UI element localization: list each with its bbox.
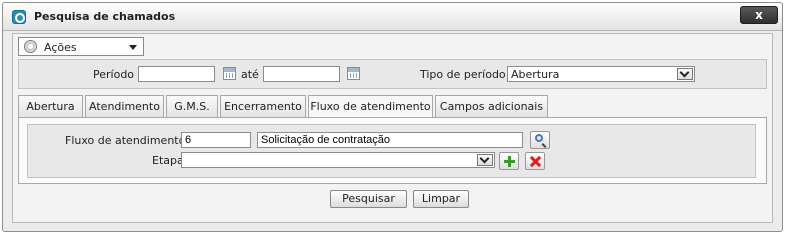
app-logo-icon [12, 10, 26, 24]
period-label: Período : [93, 68, 142, 81]
etapa-select[interactable] [181, 152, 495, 168]
actions-label: Ações [44, 41, 77, 54]
period-type-value: Abertura [511, 68, 560, 81]
search-dialog: Pesquisa de chamados x Ações Período : a… [2, 2, 783, 232]
period-end-input[interactable] [263, 66, 340, 82]
fluxo-description-input[interactable] [257, 132, 523, 148]
magnifier-icon [535, 134, 543, 142]
tab-atendimento[interactable]: Atendimento [85, 95, 164, 117]
tab-fluxo-atendimento[interactable]: Fluxo de atendimento [308, 95, 433, 119]
actions-dropdown[interactable]: Ações [18, 37, 144, 56]
fluxo-search-button[interactable] [530, 131, 550, 149]
period-filter-panel: Período : até Tipo de período : Abertura [18, 59, 767, 89]
chevron-down-icon [677, 68, 693, 80]
tab-content: Fluxo de atendimento : Etapa : [18, 117, 767, 184]
add-green-icon [504, 156, 515, 167]
fluxo-code-input[interactable] [181, 132, 251, 148]
etapa-add-button[interactable] [499, 152, 519, 170]
tab-abertura[interactable]: Abertura [18, 95, 83, 117]
dialog-titlebar[interactable]: Pesquisa de chamados x [3, 3, 782, 31]
tab-encerramento[interactable]: Encerramento [220, 95, 306, 117]
end-calendar-icon[interactable] [347, 67, 360, 80]
fluxo-panel: Fluxo de atendimento : Etapa : [27, 124, 756, 178]
close-button[interactable]: x [740, 6, 778, 24]
tab-campos-adicionais[interactable]: Campos adicionais [435, 95, 548, 117]
caret-down-icon [129, 45, 137, 50]
chevron-down-icon [477, 154, 493, 166]
start-calendar-icon[interactable] [223, 67, 236, 80]
etapa-remove-button[interactable] [525, 152, 545, 170]
delete-red-icon [530, 156, 541, 167]
period-between-label: até [241, 68, 259, 81]
clear-button[interactable]: Limpar [413, 190, 469, 208]
period-type-select[interactable]: Abertura [507, 66, 695, 82]
search-button[interactable]: Pesquisar [330, 190, 407, 208]
dialog-body: Ações Período : até Tipo de período : Ab… [12, 33, 773, 223]
dialog-title: Pesquisa de chamados [34, 10, 176, 23]
fluxo-label: Fluxo de atendimento : [65, 134, 193, 147]
tab-gms[interactable]: G.M.S. [166, 95, 218, 117]
period-type-label: Tipo de período : [420, 68, 513, 81]
actions-gear-icon [24, 40, 37, 53]
period-start-input[interactable] [138, 66, 215, 82]
